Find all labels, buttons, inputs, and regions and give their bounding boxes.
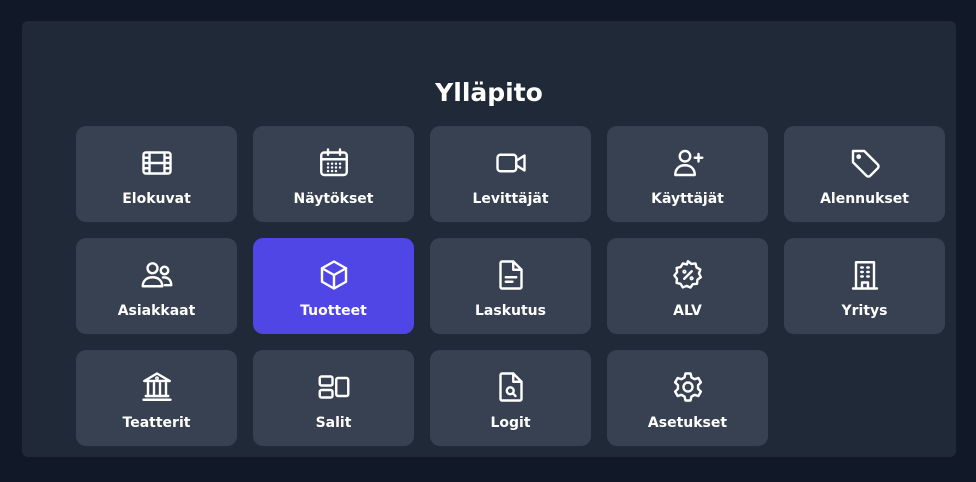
building-library-icon xyxy=(138,368,176,406)
tile-asiakkaat[interactable]: Asiakkaat xyxy=(76,238,237,334)
tile-label: Teatterit xyxy=(122,415,191,431)
tile-kayttajat[interactable]: Käyttäjät xyxy=(607,126,768,222)
film-icon xyxy=(138,144,176,182)
document-text-icon xyxy=(492,256,530,294)
tile-asetukset[interactable]: Asetukset xyxy=(607,350,768,446)
tile-logit[interactable]: Logit xyxy=(430,350,591,446)
page-title: Ylläpito xyxy=(435,78,543,107)
tile-label: Levittäjät xyxy=(472,191,549,207)
tile-yritys[interactable]: Yritys xyxy=(784,238,945,334)
building-icon xyxy=(846,256,884,294)
tile-label: Yritys xyxy=(841,303,888,319)
admin-panel: Ylläpito Elokuvat Näytökset Levittäjät K… xyxy=(22,21,956,457)
tile-label: Asiakkaat xyxy=(117,303,196,319)
tile-salit[interactable]: Salit xyxy=(253,350,414,446)
video-camera-icon xyxy=(492,144,530,182)
tag-icon xyxy=(846,144,884,182)
tile-laskutus[interactable]: Laskutus xyxy=(430,238,591,334)
tile-teatterit[interactable]: Teatterit xyxy=(76,350,237,446)
tile-levittajat[interactable]: Levittäjät xyxy=(430,126,591,222)
percent-badge-icon xyxy=(669,256,707,294)
tile-label: Elokuvat xyxy=(122,191,191,207)
tile-label: Tuotteet xyxy=(300,303,367,319)
tile-elokuvat[interactable]: Elokuvat xyxy=(76,126,237,222)
document-search-icon xyxy=(492,368,530,406)
cog-icon xyxy=(669,368,707,406)
tile-label: Näytökset xyxy=(293,191,374,207)
cube-icon xyxy=(315,256,353,294)
tile-label: ALV xyxy=(673,303,702,319)
tile-label: Käyttäjät xyxy=(651,191,724,207)
tile-naytokset[interactable]: Näytökset xyxy=(253,126,414,222)
tile-tuotteet[interactable]: Tuotteet xyxy=(253,238,414,334)
tile-label: Asetukset xyxy=(647,415,728,431)
user-plus-icon xyxy=(669,144,707,182)
tile-alv[interactable]: ALV xyxy=(607,238,768,334)
tile-alennukset[interactable]: Alennukset xyxy=(784,126,945,222)
admin-menu-grid: Elokuvat Näytökset Levittäjät Käyttäjät … xyxy=(76,126,945,446)
tile-label: Laskutus xyxy=(475,303,546,319)
calendar-icon xyxy=(315,144,353,182)
tile-label: Alennukset xyxy=(820,191,909,207)
squares-icon xyxy=(315,368,353,406)
tile-label: Logit xyxy=(490,415,531,431)
users-icon xyxy=(138,256,176,294)
tile-label: Salit xyxy=(315,415,352,431)
